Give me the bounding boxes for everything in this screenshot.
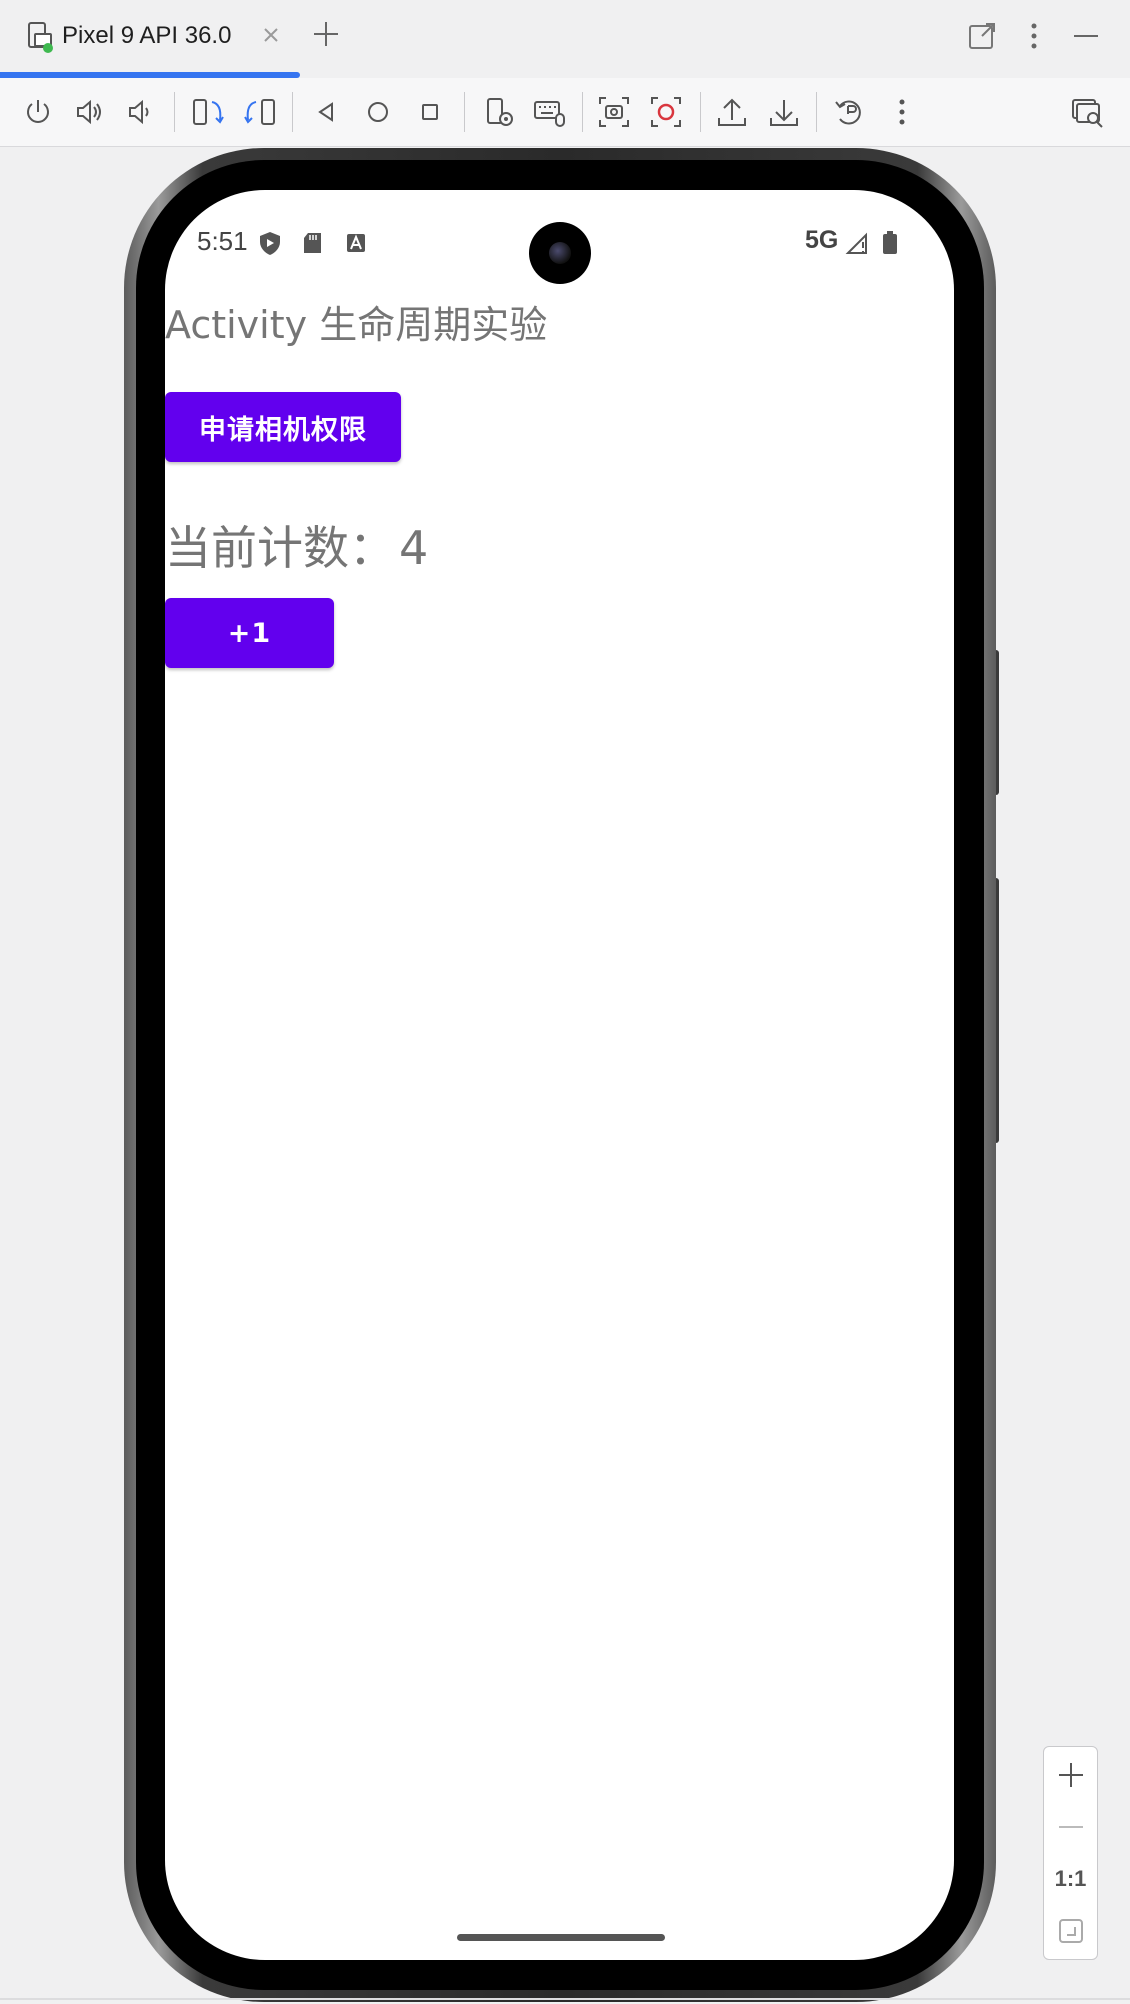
device-screen[interactable]: 5:51 5G Activity 生命周期实验 申请相机权限 当前计数：4 +1 (165, 190, 954, 1960)
options-icon[interactable] (1018, 18, 1050, 54)
tab-pixel9[interactable]: Pixel 9 API 36.0 (0, 0, 300, 78)
toolbar-separator (292, 92, 293, 132)
plus-icon (1058, 1763, 1083, 1787)
zoom-out-button[interactable] (1044, 1803, 1097, 1851)
bottom-border (0, 1998, 1130, 2000)
open-external-icon[interactable] (966, 18, 998, 54)
counter-text: 当前计数：4 (165, 512, 428, 578)
rotate-right-icon[interactable] (242, 94, 278, 130)
device-settings-icon[interactable] (482, 94, 518, 130)
volume-up-icon[interactable] (72, 94, 108, 130)
tab-title: Pixel 9 API 36.0 (62, 22, 232, 49)
more-icon[interactable] (884, 94, 920, 130)
request-camera-permission-button[interactable]: 申请相机权限 (165, 392, 401, 462)
close-icon[interactable] (258, 22, 284, 48)
tab-bar: Pixel 9 API 36.0 (0, 0, 1130, 78)
fit-screen-icon (1058, 1919, 1083, 1943)
power-icon[interactable] (20, 94, 56, 130)
zoom-in-button[interactable] (1044, 1751, 1097, 1799)
status-time: 5:51 (197, 226, 248, 256)
emulator-toolbar (0, 78, 1130, 147)
upload-icon[interactable] (714, 94, 750, 130)
download-icon[interactable] (766, 94, 802, 130)
counter-value: 4 (399, 521, 429, 575)
add-tab-icon[interactable] (310, 18, 342, 50)
find-icon[interactable] (1070, 94, 1106, 130)
signal-icon (845, 232, 867, 254)
app-title: Activity 生命周期实验 (165, 303, 548, 347)
screen-record-icon[interactable] (648, 94, 684, 130)
fit-screen-button[interactable] (1044, 1907, 1097, 1955)
gesture-home-bar[interactable] (457, 1934, 665, 1941)
device-icon (28, 22, 53, 53)
toolbar-separator (174, 92, 175, 132)
volume-down-icon[interactable] (122, 94, 158, 130)
minus-icon (1058, 1826, 1083, 1828)
battery-icon (883, 231, 897, 254)
front-camera (529, 222, 591, 284)
zoom-controls: 1:1 (1043, 1746, 1098, 1960)
screenshot-icon[interactable] (596, 94, 632, 130)
actual-size-button[interactable]: 1:1 (1044, 1855, 1097, 1903)
toolbar-separator (700, 92, 701, 132)
shield-icon (260, 232, 280, 255)
network-type: 5G (805, 226, 839, 254)
font-icon (347, 234, 365, 252)
home-icon[interactable] (360, 94, 396, 130)
toolbar-separator (582, 92, 583, 132)
snapshot-icon[interactable] (832, 94, 868, 130)
minimize-icon[interactable] (1070, 18, 1102, 54)
overview-icon[interactable] (412, 94, 448, 130)
keyboard-icon[interactable] (532, 94, 568, 130)
counter-label: 当前计数： (165, 521, 395, 575)
toolbar-separator (816, 92, 817, 132)
sd-card-icon (304, 233, 321, 253)
rotate-left-icon[interactable] (190, 94, 226, 130)
camera-lens (549, 242, 571, 264)
toolbar-separator (464, 92, 465, 132)
back-icon[interactable] (308, 94, 344, 130)
increment-button[interactable]: +1 (165, 598, 334, 668)
